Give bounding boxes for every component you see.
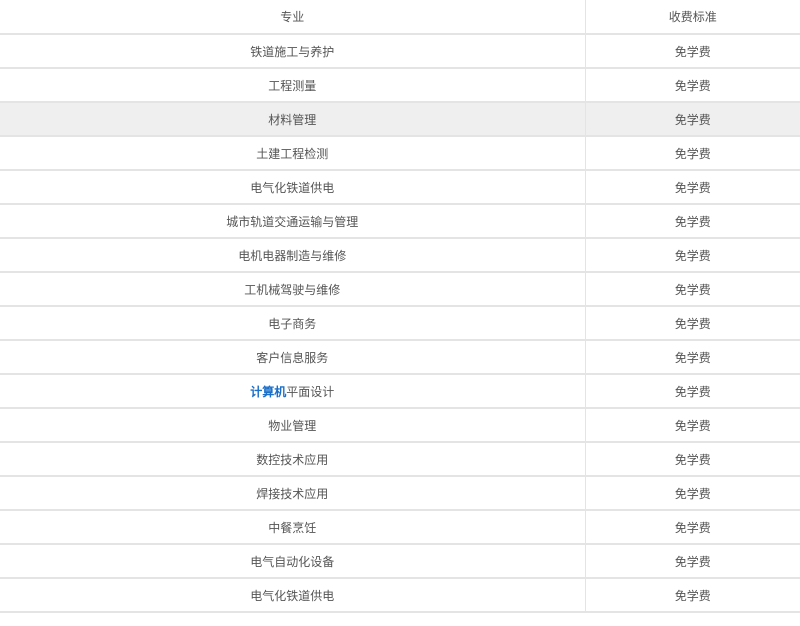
keyword-link[interactable]: 计算机 xyxy=(250,385,286,399)
table-row: 材料管理 免学费 xyxy=(0,102,800,137)
major-cell: 物业管理 xyxy=(0,408,586,443)
fee-cell: 免学费 xyxy=(585,102,800,137)
major-cell: 工机械驾驶与维修 xyxy=(0,272,586,307)
table-row: 电机电器制造与维修 免学费 xyxy=(0,238,800,273)
table-row: 工机械驾驶与维修 免学费 xyxy=(0,272,800,307)
fee-cell: 免学费 xyxy=(585,306,800,341)
table-header-row: 专业 收费标准 xyxy=(0,0,800,35)
major-cell: 电气自动化设备 xyxy=(0,544,586,579)
fee-cell: 免学费 xyxy=(585,204,800,239)
fee-cell: 免学费 xyxy=(585,544,800,579)
major-cell: 数控技术应用 xyxy=(0,442,586,477)
fee-cell: 免学费 xyxy=(585,442,800,477)
fee-cell: 免学费 xyxy=(585,578,800,613)
table-row: 铁道施工与养护 免学费 xyxy=(0,34,800,69)
fee-cell: 免学费 xyxy=(585,68,800,103)
header-major: 专业 xyxy=(0,0,586,35)
table-row: 物业管理 免学费 xyxy=(0,408,800,443)
major-cell: 工程测量 xyxy=(0,68,586,103)
fee-cell: 免学费 xyxy=(585,34,800,69)
table-row: 电气自动化设备 免学费 xyxy=(0,544,800,579)
major-label: 平面设计 xyxy=(286,384,335,399)
fee-cell: 免学费 xyxy=(585,510,800,545)
major-cell: 城市轨道交通运输与管理 xyxy=(0,204,586,239)
major-cell: 中餐烹饪 xyxy=(0,510,586,545)
fee-table: 专业 收费标准 铁道施工与养护 免学费 工程测量 免学费 材料管理 免学费 土建工程检测 免学… xyxy=(0,0,800,613)
fee-cell: 免学费 xyxy=(585,476,800,511)
fee-cell: 免学费 xyxy=(585,136,800,171)
fee-cell: 免学费 xyxy=(585,408,800,443)
major-cell: 电气化铁道供电 xyxy=(0,578,586,613)
table-row: 城市轨道交通运输与管理 免学费 xyxy=(0,204,800,239)
major-cell: 客户信息服务 xyxy=(0,340,586,375)
major-cell: 计算机平面设计 xyxy=(0,374,586,409)
table-row: 工程测量 免学费 xyxy=(0,68,800,103)
table-row: 中餐烹饪 免学费 xyxy=(0,510,800,545)
major-cell: 电机电器制造与维修 xyxy=(0,238,586,273)
major-cell: 电气化铁道供电 xyxy=(0,170,586,205)
fee-cell: 免学费 xyxy=(585,170,800,205)
table-row: 土建工程检测 免学费 xyxy=(0,136,800,171)
header-fee-standard: 收费标准 xyxy=(585,0,800,35)
major-cell: 土建工程检测 xyxy=(0,136,586,171)
fee-cell: 免学费 xyxy=(585,272,800,307)
table-row: 焊接技术应用 免学费 xyxy=(0,476,800,511)
table-row: 电气化铁道供电 免学费 xyxy=(0,170,800,205)
major-cell: 铁道施工与养护 xyxy=(0,34,586,69)
fee-cell: 免学费 xyxy=(585,340,800,375)
table-row: 计算机平面设计 免学费 xyxy=(0,374,800,409)
major-cell: 材料管理 xyxy=(0,102,586,137)
fee-cell: 免学费 xyxy=(585,238,800,273)
major-cell: 焊接技术应用 xyxy=(0,476,586,511)
table-row: 电子商务 免学费 xyxy=(0,306,800,341)
fee-table-body: 专业 收费标准 铁道施工与养护 免学费 工程测量 免学费 材料管理 免学费 土建工程检测 免学… xyxy=(0,0,800,613)
table-row: 客户信息服务 免学费 xyxy=(0,340,800,375)
table-row: 数控技术应用 免学费 xyxy=(0,442,800,477)
table-row: 电气化铁道供电 免学费 xyxy=(0,578,800,613)
major-cell: 电子商务 xyxy=(0,306,586,341)
fee-cell: 免学费 xyxy=(585,374,800,409)
